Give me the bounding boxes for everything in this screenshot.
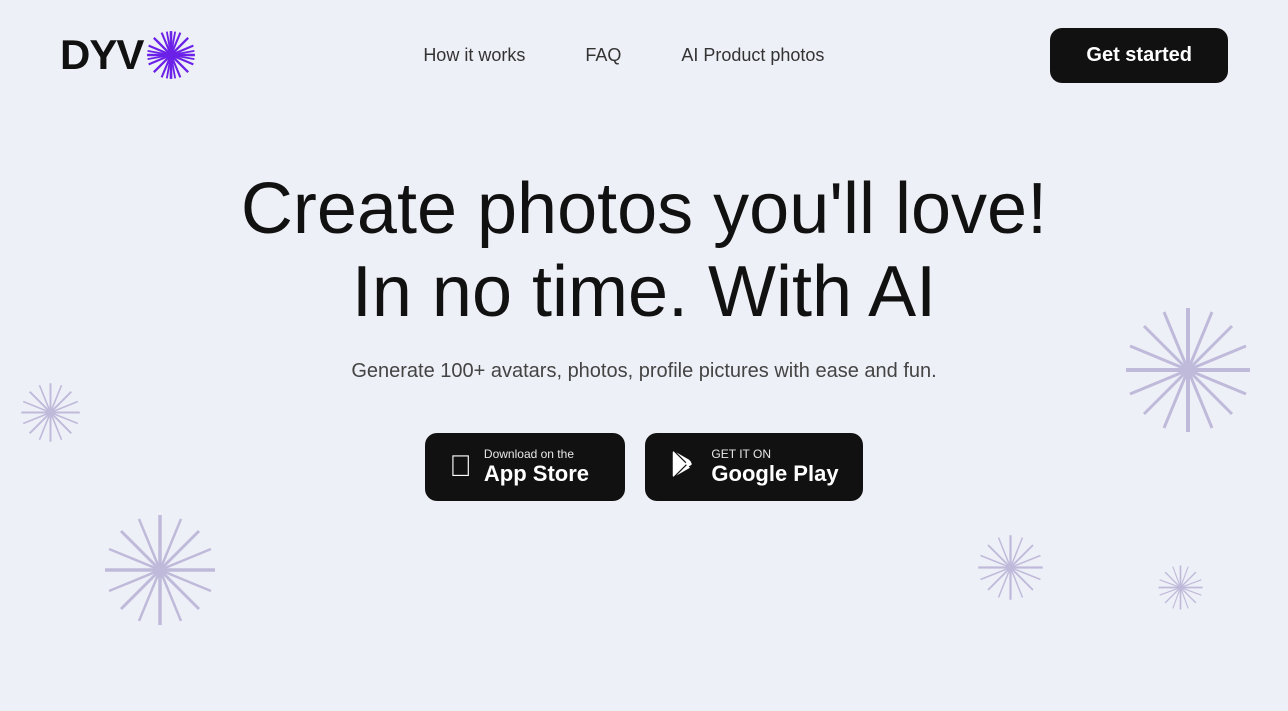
hero-title-line2: In no time. With AI <box>352 249 936 335</box>
hero-subtitle: Generate 100+ avatars, photos, profile p… <box>351 360 936 383</box>
get-started-button[interactable]: Get started <box>1050 28 1228 83</box>
decorative-burst-bottomright <box>1153 560 1208 620</box>
hero-section: Create photos you'll love! In no time. W… <box>0 110 1288 501</box>
store-buttons:  Download on the App Store GET IT ON Go… <box>425 433 862 501</box>
app-store-button[interactable]:  Download on the App Store <box>425 433 625 501</box>
google-play-label-small: GET IT ON <box>711 447 838 461</box>
hero-title-line1: Create photos you'll love! <box>241 170 1047 249</box>
app-store-label-small: Download on the <box>484 447 589 461</box>
navbar: DYV How it works FAQ AI Product photos G… <box>0 0 1288 110</box>
app-store-label-large: App Store <box>484 461 589 487</box>
google-play-button[interactable]: GET IT ON Google Play <box>645 433 862 501</box>
google-play-text: GET IT ON Google Play <box>711 447 838 487</box>
nav-link-how-it-works[interactable]: How it works <box>423 45 525 66</box>
logo-text: DYV <box>60 31 143 79</box>
google-play-icon <box>669 449 699 485</box>
google-play-label-large: Google Play <box>711 461 838 487</box>
logo-burst-icon <box>145 29 197 81</box>
nav-link-ai-product-photos[interactable]: AI Product photos <box>681 45 824 66</box>
logo[interactable]: DYV <box>60 29 197 81</box>
nav-link-faq[interactable]: FAQ <box>585 45 621 66</box>
decorative-burst-midright <box>973 530 1048 610</box>
nav-links: How it works FAQ AI Product photos <box>423 45 824 66</box>
app-store-text: Download on the App Store <box>484 447 589 487</box>
decorative-burst-midleft <box>100 510 220 635</box>
apple-icon:  <box>449 452 472 482</box>
